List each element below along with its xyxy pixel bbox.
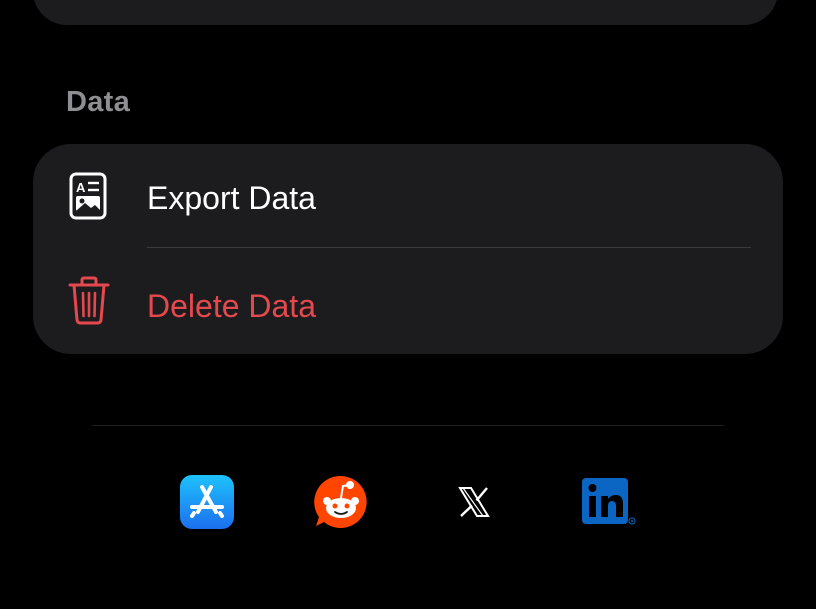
x-icon	[447, 475, 501, 529]
data-section-card: A Export Data Delete Data	[33, 144, 783, 354]
app-store-icon	[180, 475, 234, 529]
linkedin-link[interactable]	[581, 475, 636, 529]
export-data-label: Export Data	[147, 180, 316, 216]
export-data-row[interactable]: A Export Data	[33, 144, 783, 248]
footer-divider	[92, 425, 724, 426]
settings-page: Data A Export Data Delete Data	[0, 0, 816, 609]
export-document-icon: A	[67, 171, 111, 221]
svg-text:A: A	[76, 180, 86, 195]
app-store-link[interactable]	[180, 475, 234, 529]
section-header-data: Data	[66, 86, 131, 118]
previous-section-card	[33, 0, 778, 25]
x-link[interactable]	[447, 475, 501, 529]
trash-icon	[67, 276, 111, 326]
delete-data-row[interactable]: Delete Data	[33, 248, 783, 352]
reddit-link[interactable]	[314, 475, 368, 529]
delete-data-label: Delete Data	[147, 288, 316, 324]
linkedin-icon	[581, 475, 636, 529]
reddit-icon	[314, 475, 368, 529]
